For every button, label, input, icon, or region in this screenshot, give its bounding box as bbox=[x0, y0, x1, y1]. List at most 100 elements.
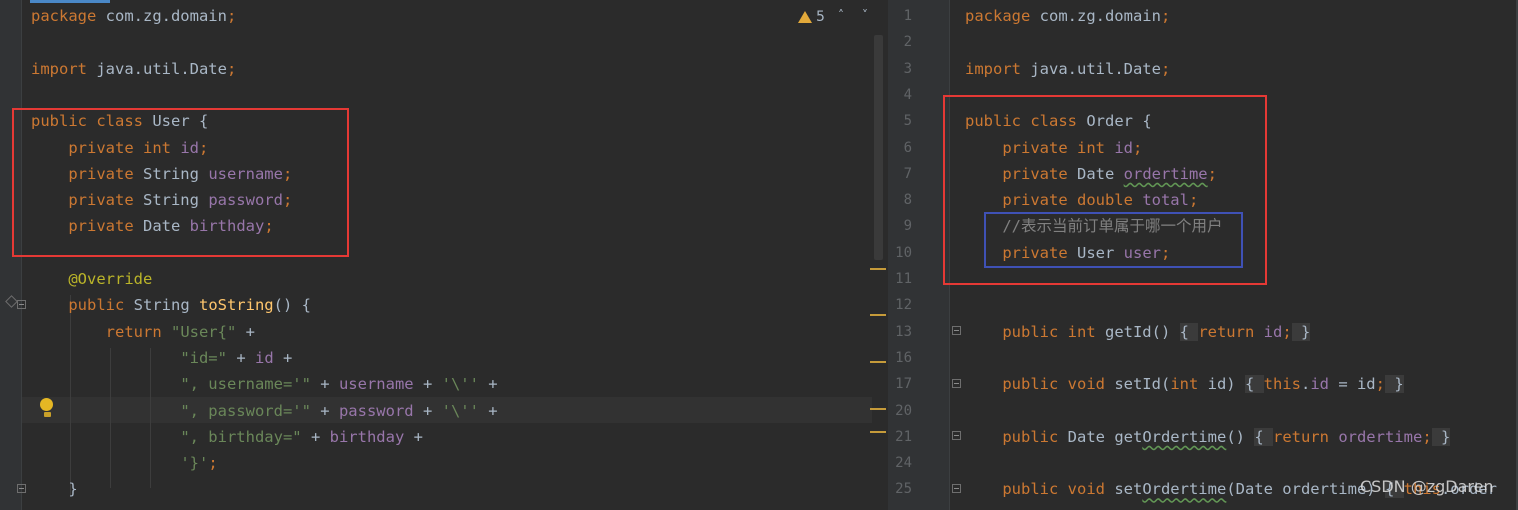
code-token: + bbox=[301, 427, 330, 446]
code-token: } bbox=[31, 480, 78, 499]
fold-icon[interactable] bbox=[952, 484, 961, 493]
code-token: id bbox=[254, 348, 274, 367]
code-token: public void bbox=[1002, 480, 1115, 499]
code-token: private bbox=[68, 217, 143, 236]
code-token: username bbox=[338, 375, 414, 394]
code-line[interactable]: '}'; bbox=[31, 450, 218, 476]
code-token: ; bbox=[1282, 322, 1292, 341]
scroll-marker[interactable] bbox=[870, 314, 886, 316]
left-scrollbar[interactable] bbox=[874, 35, 883, 260]
code-token: return bbox=[105, 322, 171, 341]
code-token: ; bbox=[1160, 243, 1171, 262]
scroll-marker[interactable] bbox=[870, 408, 886, 410]
code-line[interactable]: "id=" + id + bbox=[31, 345, 292, 371]
code-line[interactable]: private double total; bbox=[965, 187, 1198, 213]
code-token: ; bbox=[208, 454, 218, 473]
fold-icon[interactable] bbox=[952, 326, 961, 335]
fold-icon[interactable] bbox=[17, 300, 26, 309]
code-line[interactable]: public void setId(int id) { this.id = id… bbox=[965, 371, 1404, 397]
code-line[interactable]: ", password='" + password + '\'' + bbox=[31, 398, 497, 424]
code-token: public void bbox=[1002, 375, 1115, 394]
code-line[interactable]: ", username='" + username + '\'' + bbox=[31, 371, 498, 397]
code-line[interactable]: package com.zg.domain; bbox=[965, 3, 1170, 29]
code-token: private bbox=[1002, 164, 1077, 183]
code-token: = id bbox=[1328, 375, 1376, 394]
line-number: 24 bbox=[895, 455, 912, 472]
fold-icon[interactable] bbox=[952, 379, 961, 388]
code-token: () { bbox=[273, 296, 311, 315]
code-token: ", username='" bbox=[180, 375, 311, 394]
code-line[interactable]: ", birthday=" + birthday + bbox=[31, 424, 423, 450]
scroll-marker[interactable] bbox=[870, 431, 886, 433]
code-token: private bbox=[1002, 243, 1077, 262]
code-line[interactable]: private String username; bbox=[31, 161, 292, 187]
code-token: public bbox=[68, 296, 134, 315]
fold-icon[interactable] bbox=[17, 484, 26, 493]
code-line[interactable]: private int id; bbox=[965, 135, 1142, 161]
code-line[interactable]: public class User { bbox=[31, 108, 208, 134]
code-token: (Date order bbox=[1226, 480, 1329, 499]
code-token: ; bbox=[282, 164, 293, 183]
code-line[interactable]: public String toString() { bbox=[31, 292, 311, 318]
code-line[interactable]: import java.util.Date; bbox=[31, 56, 236, 82]
code-line[interactable]: public Date getOrdertime() { return orde… bbox=[965, 424, 1451, 450]
line-number: 21 bbox=[895, 428, 912, 445]
code-token: Date bbox=[142, 217, 190, 236]
scroll-marker[interactable] bbox=[870, 268, 886, 270]
fold-icon[interactable] bbox=[952, 431, 961, 440]
code-token: + bbox=[478, 375, 498, 394]
warning-icon bbox=[798, 11, 812, 23]
code-token: //表示当前订单属于哪一个用户 bbox=[1002, 217, 1223, 236]
lightbulb-icon[interactable] bbox=[40, 398, 54, 420]
code-token: private bbox=[68, 164, 143, 183]
code-token: public class bbox=[965, 112, 1087, 131]
code-token: + bbox=[273, 348, 293, 367]
code-line[interactable]: private User user; bbox=[965, 240, 1170, 266]
code-line[interactable]: //表示当前订单属于哪一个用户 bbox=[965, 213, 1223, 239]
code-token: + bbox=[310, 401, 339, 420]
code-token: package bbox=[31, 7, 106, 25]
code-token: @Override bbox=[68, 270, 153, 288]
left-editor[interactable]: package com.zg.domain; import java.util.D… bbox=[0, 0, 888, 510]
code-token: ordertime bbox=[1123, 164, 1208, 183]
code-token: public class bbox=[31, 112, 153, 131]
code-line[interactable]: private Date ordertime; bbox=[965, 161, 1217, 187]
code-line[interactable]: private int id; bbox=[31, 135, 208, 161]
line-number: 3 bbox=[903, 60, 912, 77]
line-number: 11 bbox=[895, 271, 912, 287]
code-line[interactable]: package com.zg.domain; bbox=[31, 3, 236, 29]
code-token: password bbox=[338, 401, 414, 420]
code-line[interactable]: private String password; bbox=[31, 187, 292, 213]
code-line[interactable]: } bbox=[31, 476, 78, 502]
next-highlight-arrow-icon[interactable]: ˅ bbox=[862, 8, 868, 22]
scroll-marker[interactable] bbox=[870, 361, 886, 363]
code-token: private int bbox=[1002, 138, 1115, 157]
prev-highlight-arrow-icon[interactable]: ˄ bbox=[838, 8, 844, 22]
code-line[interactable]: private Date birthday; bbox=[31, 213, 273, 239]
code-token: user bbox=[1123, 243, 1161, 262]
code-token: { bbox=[1244, 375, 1264, 394]
code-token: int bbox=[1170, 375, 1208, 394]
code-line[interactable]: @Override bbox=[31, 266, 152, 292]
left-gutter bbox=[0, 0, 22, 510]
code-line[interactable]: return "User{" + bbox=[31, 319, 255, 345]
right-editor[interactable]: 1 2 3 4 5 6 7 8 9 10 11 12 13 16 17 20 21 24 25 package co… bbox=[888, 0, 1518, 510]
code-token: id) bbox=[1207, 375, 1245, 394]
code-line[interactable]: public int getId() { return id; } bbox=[965, 319, 1311, 345]
warning-indicator[interactable]: 5 bbox=[798, 9, 825, 25]
code-token: + bbox=[413, 375, 442, 394]
code-line[interactable]: import java.util.Date; bbox=[965, 56, 1170, 82]
code-token: } bbox=[1431, 427, 1451, 446]
code-line[interactable]: public class Order { bbox=[965, 108, 1152, 134]
